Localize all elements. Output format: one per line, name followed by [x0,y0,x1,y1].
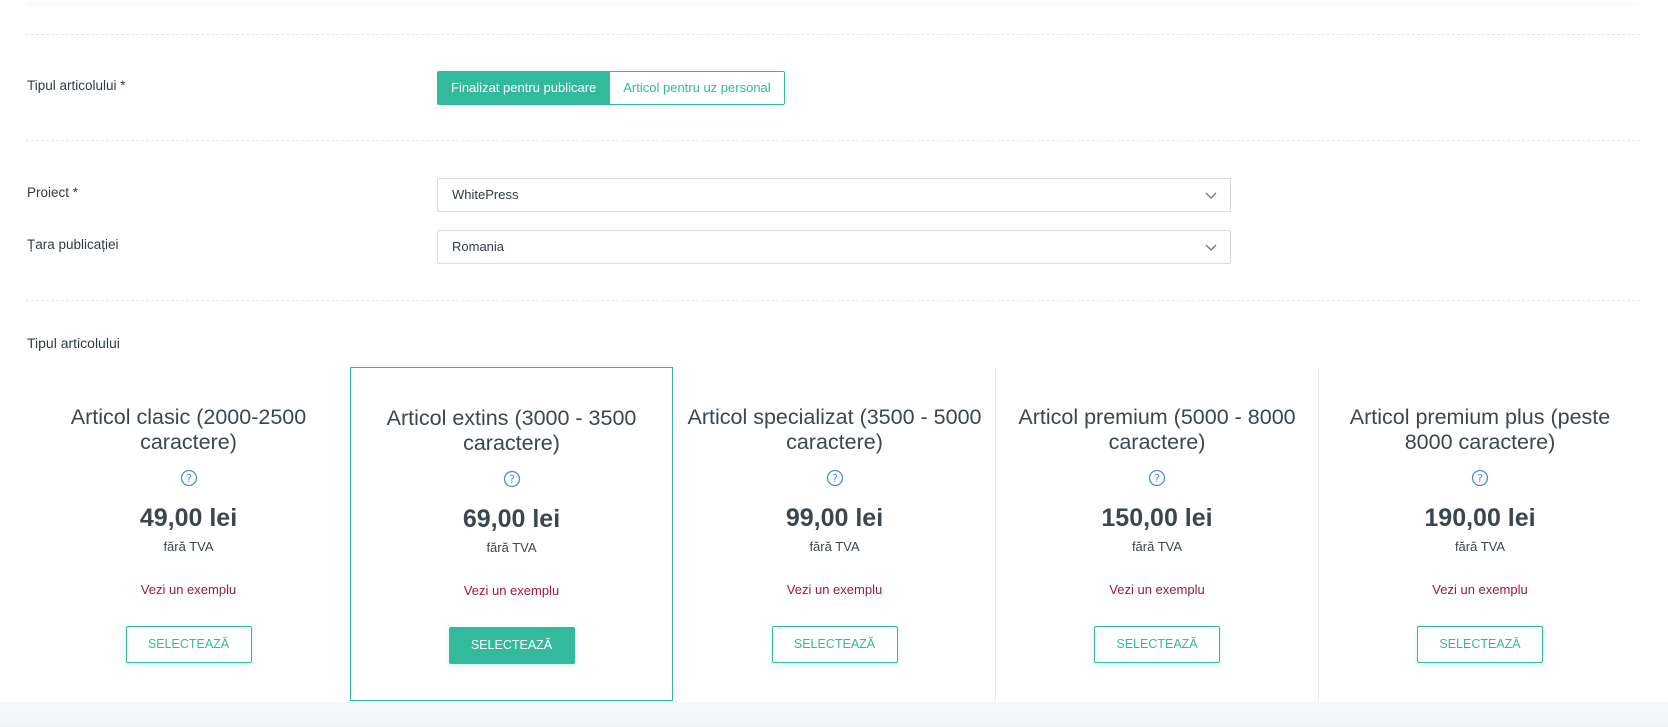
help-circle-icon[interactable]: ? [503,470,521,488]
country-select[interactable]: Romania [437,230,1231,264]
chevron-down-icon [1205,192,1217,199]
select-package-button[interactable]: SELECTEAZĂ [125,626,252,663]
package-card: Articol premium plus (peste 8000 caracte… [1318,367,1641,701]
top-panel-edge [26,0,1640,2]
package-card: Articol specializat (3500 - 5000 caracte… [673,367,996,701]
help-circle-icon[interactable]: ? [1471,469,1489,487]
view-example-link[interactable]: Vezi un exemplu [1319,582,1641,597]
package-card: Articol premium (5000 - 8000 caractere) … [995,367,1318,701]
package-vat-note: fără TVA [809,539,860,554]
svg-text:?: ? [1477,472,1483,485]
divider [26,34,1640,35]
package-card-selected: Articol extins (3000 - 3500 caractere) ?… [350,367,673,701]
help-circle-icon[interactable]: ? [826,469,844,487]
view-example-link[interactable]: Vezi un exemplu [996,582,1318,597]
select-package-button[interactable]: SELECTEAZĂ [771,626,898,663]
package-price: 99,00 lei [785,504,884,532]
country-select-value: Romania [452,239,505,254]
article-type-label: Tipul articolului * [27,78,126,93]
view-example-link[interactable]: Vezi un exemplu [673,582,996,597]
package-card: Articol clasic (2000-2500 caractere) ? 4… [27,367,350,701]
package-title: Articol premium plus (peste 8000 caracte… [1349,405,1611,454]
package-price: 150,00 lei [1101,504,1213,532]
divider [26,300,1640,301]
package-vat-note: fără TVA [486,540,537,555]
project-select[interactable]: WhitePress [437,178,1231,212]
svg-text:?: ? [186,472,192,485]
svg-text:?: ? [509,473,515,486]
project-select-value: WhitePress [452,187,519,202]
package-vat-note: fără TVA [163,539,214,554]
article-type-toggle: Finalizat pentru publicare Articol pentr… [437,71,785,105]
view-example-link[interactable]: Vezi un exemplu [351,583,672,598]
country-label: Țara publicației [27,237,119,252]
select-package-button[interactable]: SELECTEAZĂ [448,627,575,664]
toggle-option-personal[interactable]: Articol pentru uz personal [609,72,784,104]
package-vat-note: fără TVA [1131,539,1183,554]
packages-section-title: Tipul articolului [27,335,120,351]
svg-text:?: ? [832,472,838,485]
package-vat-note: fără TVA [1454,539,1506,554]
view-example-link[interactable]: Vezi un exemplu [27,582,350,597]
package-title: Articol clasic (2000-2500 caractere) [70,405,307,454]
divider [26,140,1640,141]
select-package-button[interactable]: SELECTEAZĂ [1094,626,1220,663]
svg-text:?: ? [1154,472,1160,485]
package-title: Articol premium (5000 - 8000 caractere) [1018,405,1296,454]
package-title: Articol extins (3000 - 3500 caractere) [386,406,637,455]
package-title: Articol specializat (3500 - 5000 caracte… [687,405,982,454]
chevron-down-icon [1205,244,1217,251]
project-label: Proiect * [27,185,79,200]
help-circle-icon[interactable]: ? [1148,469,1166,487]
select-package-button[interactable]: SELECTEAZĂ [1417,626,1543,663]
package-price: 69,00 lei [462,505,561,533]
help-circle-icon[interactable]: ? [180,469,198,487]
toggle-option-publish[interactable]: Finalizat pentru publicare [438,72,610,104]
page-footer-fade [0,702,1668,727]
package-price: 49,00 lei [139,504,238,532]
package-price: 190,00 lei [1424,504,1536,532]
